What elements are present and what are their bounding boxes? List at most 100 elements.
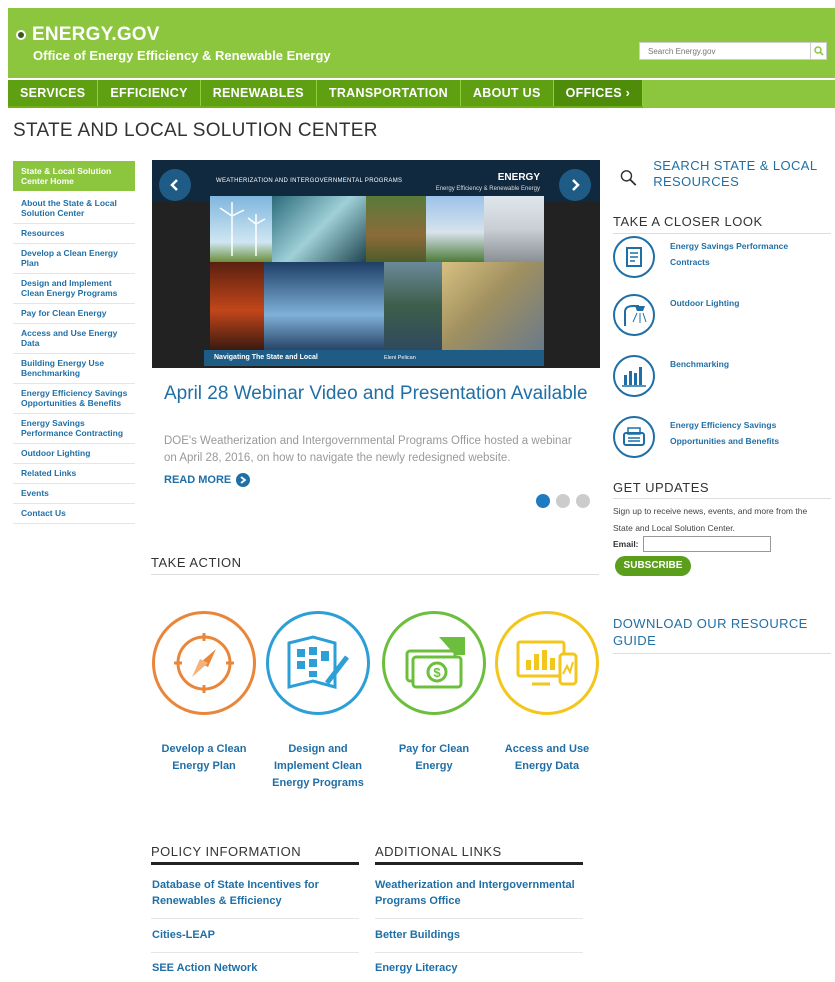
design-programs-button[interactable]: [266, 611, 370, 715]
sidebar-item-contact[interactable]: Contact Us: [13, 504, 135, 524]
chevron-right-icon: ›: [625, 86, 631, 100]
closer-link-efficiency-savings[interactable]: Energy Efficiency Savings Opportunities …: [670, 417, 820, 449]
nav-offices[interactable]: OFFICES ›: [553, 80, 644, 106]
sidebar-item-about[interactable]: About the State & Local Solution Center: [13, 194, 135, 224]
feature-description: DOE's Weatherization and Intergovernment…: [164, 435, 572, 464]
additional-link-divider: [375, 918, 583, 919]
sidebar-item-design-programs[interactable]: Design and Implement Clean Energy Progra…: [13, 274, 135, 304]
access-data-button[interactable]: [495, 611, 599, 715]
carousel-eere-text: Energy Efficiency & Renewable Energy: [435, 186, 540, 192]
closer-link-outdoor-lighting[interactable]: Outdoor Lighting: [670, 295, 820, 311]
pay-label[interactable]: Pay for Clean Energy: [382, 741, 486, 775]
feature-headline[interactable]: April 28 Webinar Video and Presentation …: [164, 384, 594, 403]
carousel-caption-credit: Eleni Pelican: [384, 355, 416, 361]
sidebar-item-develop-plan[interactable]: Develop a Clean Energy Plan: [13, 244, 135, 274]
contract-document-icon[interactable]: [613, 236, 655, 278]
chevron-right-icon: [572, 179, 580, 191]
get-updates-divider: [613, 498, 831, 499]
nav-filler: [643, 80, 835, 108]
sidebar-item-access-data[interactable]: Access and Use Energy Data: [13, 324, 135, 354]
industry-image: [210, 262, 264, 350]
farm-image: [366, 196, 426, 262]
svg-text:$: $: [433, 665, 441, 680]
sidebar-item-espc[interactable]: Energy Savings Performance Contracting: [13, 414, 135, 444]
take-action-divider: [151, 574, 599, 575]
sidebar-item-related-links[interactable]: Related Links: [13, 464, 135, 484]
nav-services[interactable]: SERVICES: [8, 80, 99, 106]
sidebar-item-efficiency-savings[interactable]: Energy Efficiency Savings Opportunities …: [13, 384, 135, 414]
read-more-link[interactable]: READ MORE: [164, 473, 251, 487]
nav-transportation[interactable]: TRANSPORTATION: [316, 80, 461, 106]
carousel-prev-button[interactable]: [159, 169, 191, 201]
savings-register-icon[interactable]: [613, 416, 655, 458]
closer-link-benchmarking[interactable]: Benchmarking: [670, 356, 820, 372]
additional-link-wip[interactable]: Weatherization and Intergovernmental Pro…: [375, 877, 585, 909]
money-icon: $: [405, 637, 465, 689]
sidebar-item-home[interactable]: State & Local Solution Center Home: [13, 161, 135, 194]
carousel-dots: [536, 494, 590, 508]
search-state-title[interactable]: SEARCH STATE & LOCAL RESOURCES: [653, 158, 835, 190]
left-sidebar: State & Local Solution Center Home About…: [13, 161, 135, 524]
sidebar-item-benchmarking[interactable]: Building Energy Use Benchmarking: [13, 354, 135, 384]
additional-link-better-buildings[interactable]: Better Buildings: [375, 927, 585, 943]
carousel-doe-text: ENERGY: [497, 172, 540, 183]
nav-offices-label: OFFICES: [565, 86, 622, 100]
carousel-next-button[interactable]: [559, 169, 591, 201]
power-plant-image: [264, 262, 384, 350]
search-state-local-resources[interactable]: SEARCH STATE & LOCAL RESOURCES: [620, 158, 835, 190]
nav-efficiency[interactable]: EFFICIENCY: [98, 80, 201, 106]
email-label: Email:: [613, 539, 639, 549]
develop-plan-button[interactable]: [152, 611, 256, 715]
closer-link-espc[interactable]: Energy Savings Performance Contracts: [670, 238, 820, 270]
doe-seal-icon: [16, 30, 26, 40]
closer-look-divider: [613, 233, 831, 234]
policy-link-see-action[interactable]: SEE Action Network: [152, 960, 362, 976]
benchmark-bar-icon[interactable]: [613, 355, 655, 397]
energy-gov-logo[interactable]: ENERGY.GOV: [16, 24, 160, 46]
sidebar-item-outdoor-lighting[interactable]: Outdoor Lighting: [13, 444, 135, 464]
get-updates-heading: GET UPDATES: [613, 480, 710, 495]
search-icon: [620, 170, 637, 186]
email-field[interactable]: [643, 536, 771, 552]
develop-plan-label[interactable]: Develop a Clean Energy Plan: [152, 741, 256, 775]
read-more-label: READ MORE: [164, 474, 232, 486]
subscribe-button[interactable]: SUBSCRIBE: [615, 556, 691, 576]
street-light-icon[interactable]: [613, 294, 655, 336]
additional-link-divider: [375, 952, 583, 953]
carousel-program-text: WEATHERIZATION AND INTERGOVERNMENTAL PRO…: [216, 178, 403, 184]
data-dashboard-icon: [516, 640, 578, 686]
blueprint-icon: [287, 635, 349, 689]
nav-renewables[interactable]: RENEWABLES: [200, 80, 317, 106]
policy-link-cities-leap[interactable]: Cities-LEAP: [152, 927, 362, 943]
policy-heading: POLICY INFORMATION: [151, 844, 302, 859]
car-image: [484, 196, 544, 262]
carousel-dot-2[interactable]: [556, 494, 570, 508]
feature-carousel[interactable]: WEATHERIZATION AND INTERGOVERNMENTAL PRO…: [152, 160, 600, 368]
compass-icon: [174, 633, 234, 693]
additional-link-energy-literacy[interactable]: Energy Literacy: [375, 960, 585, 976]
carousel-dot-3[interactable]: [576, 494, 590, 508]
policy-link-divider: [151, 918, 359, 919]
dam-image: [384, 262, 442, 350]
logo-text[interactable]: ENERGY.GOV: [32, 24, 160, 46]
search-input[interactable]: [640, 43, 810, 59]
chevron-left-icon: [170, 179, 178, 191]
page-title: STATE AND LOCAL SOLUTION CENTER: [13, 120, 378, 141]
office-name[interactable]: Office of Energy Efficiency & Renewable …: [33, 48, 331, 63]
sidebar-item-events[interactable]: Events: [13, 484, 135, 504]
sidebar-item-resources[interactable]: Resources: [13, 224, 135, 244]
policy-divider: [151, 862, 359, 865]
download-resource-guide-link[interactable]: DOWNLOAD OUR RESOURCE GUIDE: [613, 615, 828, 649]
sidebar-item-pay[interactable]: Pay for Clean Energy: [13, 304, 135, 324]
carousel-dot-1[interactable]: [536, 494, 550, 508]
site-header: ENERGY.GOV Office of Energy Efficiency &…: [8, 8, 835, 78]
search-icon[interactable]: [810, 43, 826, 59]
carousel-caption-text: Navigating The State and Local: [214, 354, 318, 361]
policy-link-dsire[interactable]: Database of State Incentives for Renewab…: [152, 877, 362, 909]
pay-button[interactable]: $: [382, 611, 486, 715]
policy-link-divider: [151, 952, 359, 953]
access-data-label[interactable]: Access and Use Energy Data: [495, 741, 599, 775]
nav-about-us[interactable]: ABOUT US: [460, 80, 554, 106]
take-action-heading: TAKE ACTION: [151, 555, 242, 570]
design-programs-label[interactable]: Design and Implement Clean Energy Progra…: [266, 741, 370, 792]
